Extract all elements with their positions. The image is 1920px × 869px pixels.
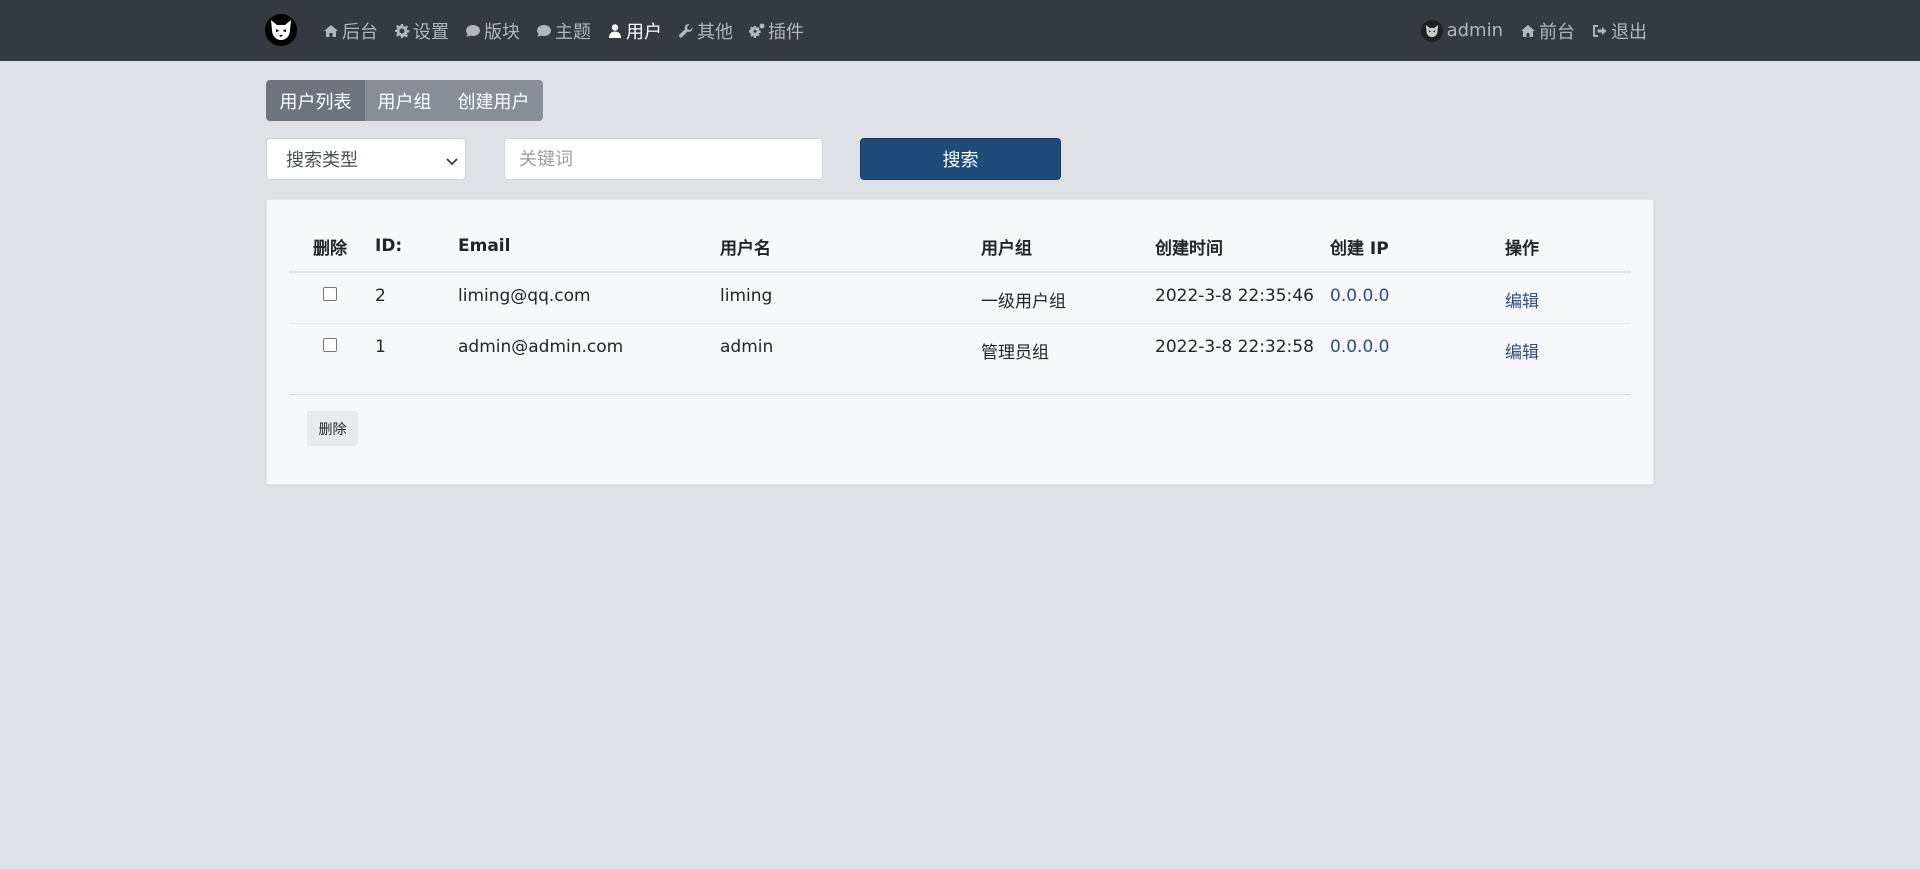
cogs-icon [749, 23, 765, 38]
nav-item-other[interactable]: 其他 [678, 18, 733, 44]
nav-item-backend[interactable]: 后台 [323, 18, 378, 44]
cell-group: 管理员组 [981, 343, 1049, 364]
cell-id: 2 [371, 272, 458, 324]
header-delete: 删除 [289, 217, 371, 273]
nav-item-label: 前台 [1539, 21, 1575, 43]
nav-item-users[interactable]: 用户 [607, 18, 662, 44]
sign-out-icon [1593, 24, 1607, 37]
cell-id: 1 [375, 336, 386, 357]
nav-item-label: 用户 [626, 21, 662, 43]
nav-user-menu: admin 前台 退出 [1404, 0, 1647, 61]
nav-item-label: 版块 [484, 21, 520, 43]
gear-icon [395, 23, 410, 38]
top-navbar: 后台 设置 版块 主题 用户 其他 插件 admin 前台 退出 [0, 0, 1920, 61]
table-row: 1 admin@admin.com admin 管理员组 2022-3-8 22… [289, 323, 1631, 374]
cell-email: liming@qq.com [458, 272, 720, 324]
edit-link[interactable]: 编辑 [1505, 343, 1539, 363]
divider [289, 394, 1631, 395]
cell-created-ip[interactable]: 0.0.0.0 [1330, 337, 1389, 357]
nav-item-label: 主题 [555, 21, 591, 43]
wrench-icon [678, 23, 693, 38]
nav-main-menu: 后台 设置 版块 主题 用户 其他 插件 [323, 0, 820, 61]
search-type-select[interactable]: 搜索类型 [266, 138, 466, 180]
header-action: 操作 [1505, 217, 1631, 273]
nav-item-threads[interactable]: 主题 [536, 18, 591, 44]
nav-item-admin[interactable]: admin [1420, 19, 1503, 42]
tab-create-user[interactable]: 创建用户 [444, 80, 543, 121]
tab-user-list[interactable]: 用户列表 [266, 80, 365, 121]
avatar-icon [1420, 19, 1443, 42]
cell-username: liming [720, 272, 981, 324]
nav-item-label: 后台 [342, 21, 378, 43]
nav-item-label: admin [1446, 20, 1503, 41]
nav-item-label: 设置 [413, 21, 449, 43]
nav-item-frontend[interactable]: 前台 [1520, 18, 1575, 44]
cell-group: 一级用户组 [981, 272, 1155, 324]
nav-item-label: 退出 [1611, 21, 1647, 43]
chevron-down-icon [446, 158, 458, 166]
row-select-checkbox[interactable] [323, 337, 337, 352]
user-table: 删除 ID: Email 用户名 用户组 创建时间 创建 IP 操作 2 lim… [289, 217, 1631, 374]
header-group: 用户组 [981, 217, 1155, 273]
cell-email: admin@admin.com [458, 336, 624, 357]
home-icon [1521, 24, 1535, 37]
table-row: 2 liming@qq.com liming 一级用户组 2022-3-8 22… [289, 272, 1631, 324]
nav-item-label: 其他 [697, 21, 733, 43]
header-created-time: 创建时间 [1155, 217, 1330, 273]
nav-item-plugins[interactable]: 插件 [749, 18, 804, 44]
cell-created-ip[interactable]: 0.0.0.0 [1330, 286, 1389, 306]
search-keyword-input[interactable] [504, 138, 823, 180]
cell-created-time: 2022-3-8 22:35:46 [1155, 272, 1330, 324]
bulk-delete-button[interactable]: 删除 [307, 411, 358, 446]
edit-link[interactable]: 编辑 [1505, 292, 1539, 312]
home-icon [324, 24, 338, 37]
header-username: 用户名 [720, 217, 981, 273]
header-created-ip: 创建 IP [1330, 217, 1505, 273]
tab-user-groups[interactable]: 用户组 [365, 80, 444, 121]
row-select-checkbox[interactable] [323, 286, 337, 301]
header-id: ID: [371, 217, 458, 273]
nav-item-settings[interactable]: 设置 [394, 18, 449, 44]
user-tabs: 用户列表 用户组 创建用户 [266, 80, 543, 121]
comment-icon [466, 24, 480, 37]
header-email: Email [458, 217, 720, 273]
cell-created-time: 2022-3-8 22:32:58 [1155, 336, 1314, 357]
nav-item-label: 插件 [768, 21, 804, 43]
table-header-row: 删除 ID: Email 用户名 用户组 创建时间 创建 IP 操作 [289, 217, 1631, 273]
user-icon [609, 23, 621, 38]
search-button[interactable]: 搜索 [860, 138, 1061, 180]
cat-logo-icon[interactable] [265, 14, 297, 46]
user-list-card: 删除 ID: Email 用户名 用户组 创建时间 创建 IP 操作 2 lim… [266, 199, 1654, 485]
comment-icon [537, 24, 551, 37]
nav-item-forums[interactable]: 版块 [465, 18, 520, 44]
nav-item-logout[interactable]: 退出 [1592, 18, 1647, 44]
search-type-value: 搜索类型 [286, 150, 358, 171]
cell-username: admin [720, 336, 774, 357]
